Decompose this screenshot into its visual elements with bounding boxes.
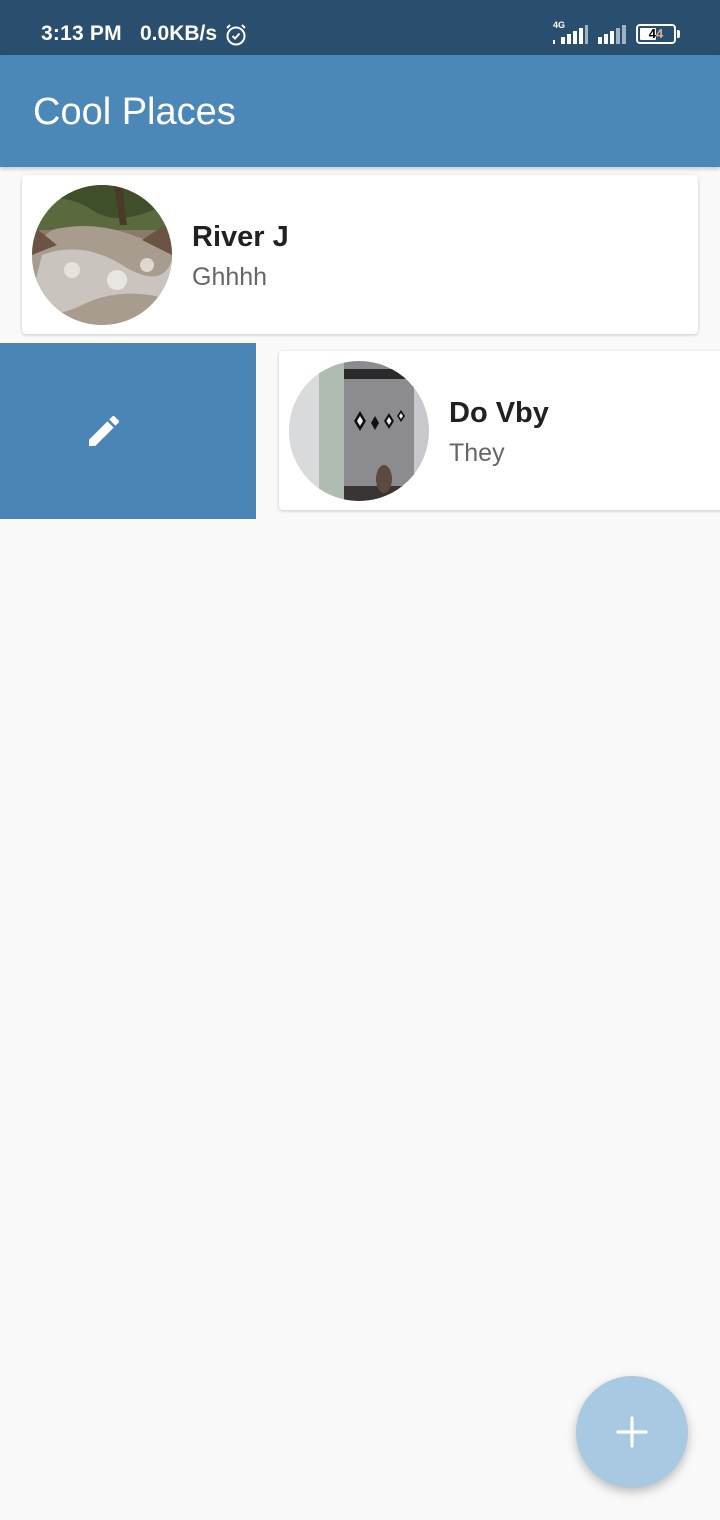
- swipe-edit-action[interactable]: [0, 343, 256, 519]
- battery-icon: 44: [636, 24, 676, 44]
- place-thumbnail: [289, 361, 429, 501]
- add-place-button[interactable]: [576, 1376, 688, 1488]
- edit-icon: [89, 415, 120, 446]
- place-thumbnail: [32, 185, 172, 325]
- battery-tip: [677, 30, 680, 38]
- battery-level: 44: [648, 26, 664, 41]
- network-speed: 0.0KB/s: [140, 22, 218, 45]
- place-card[interactable]: River J Ghhhh: [22, 175, 698, 334]
- signal-icon: [553, 25, 588, 44]
- place-card[interactable]: Do Vby They: [279, 351, 720, 510]
- place-title: Do Vby: [449, 397, 549, 429]
- place-description: They: [449, 439, 505, 467]
- place-description: Ghhhh: [192, 263, 268, 291]
- plus-icon: [616, 1416, 648, 1448]
- place-title: River J: [192, 221, 289, 253]
- status-time: 3:13 PM: [41, 22, 122, 45]
- app-bar: Cool Places: [0, 55, 720, 167]
- signal-icon: [598, 25, 626, 44]
- alarm-icon: [226, 24, 246, 46]
- status-bar: 3:13 PM 0.0KB/s 4G 44: [0, 0, 720, 55]
- page-title: Cool Places: [33, 91, 236, 133]
